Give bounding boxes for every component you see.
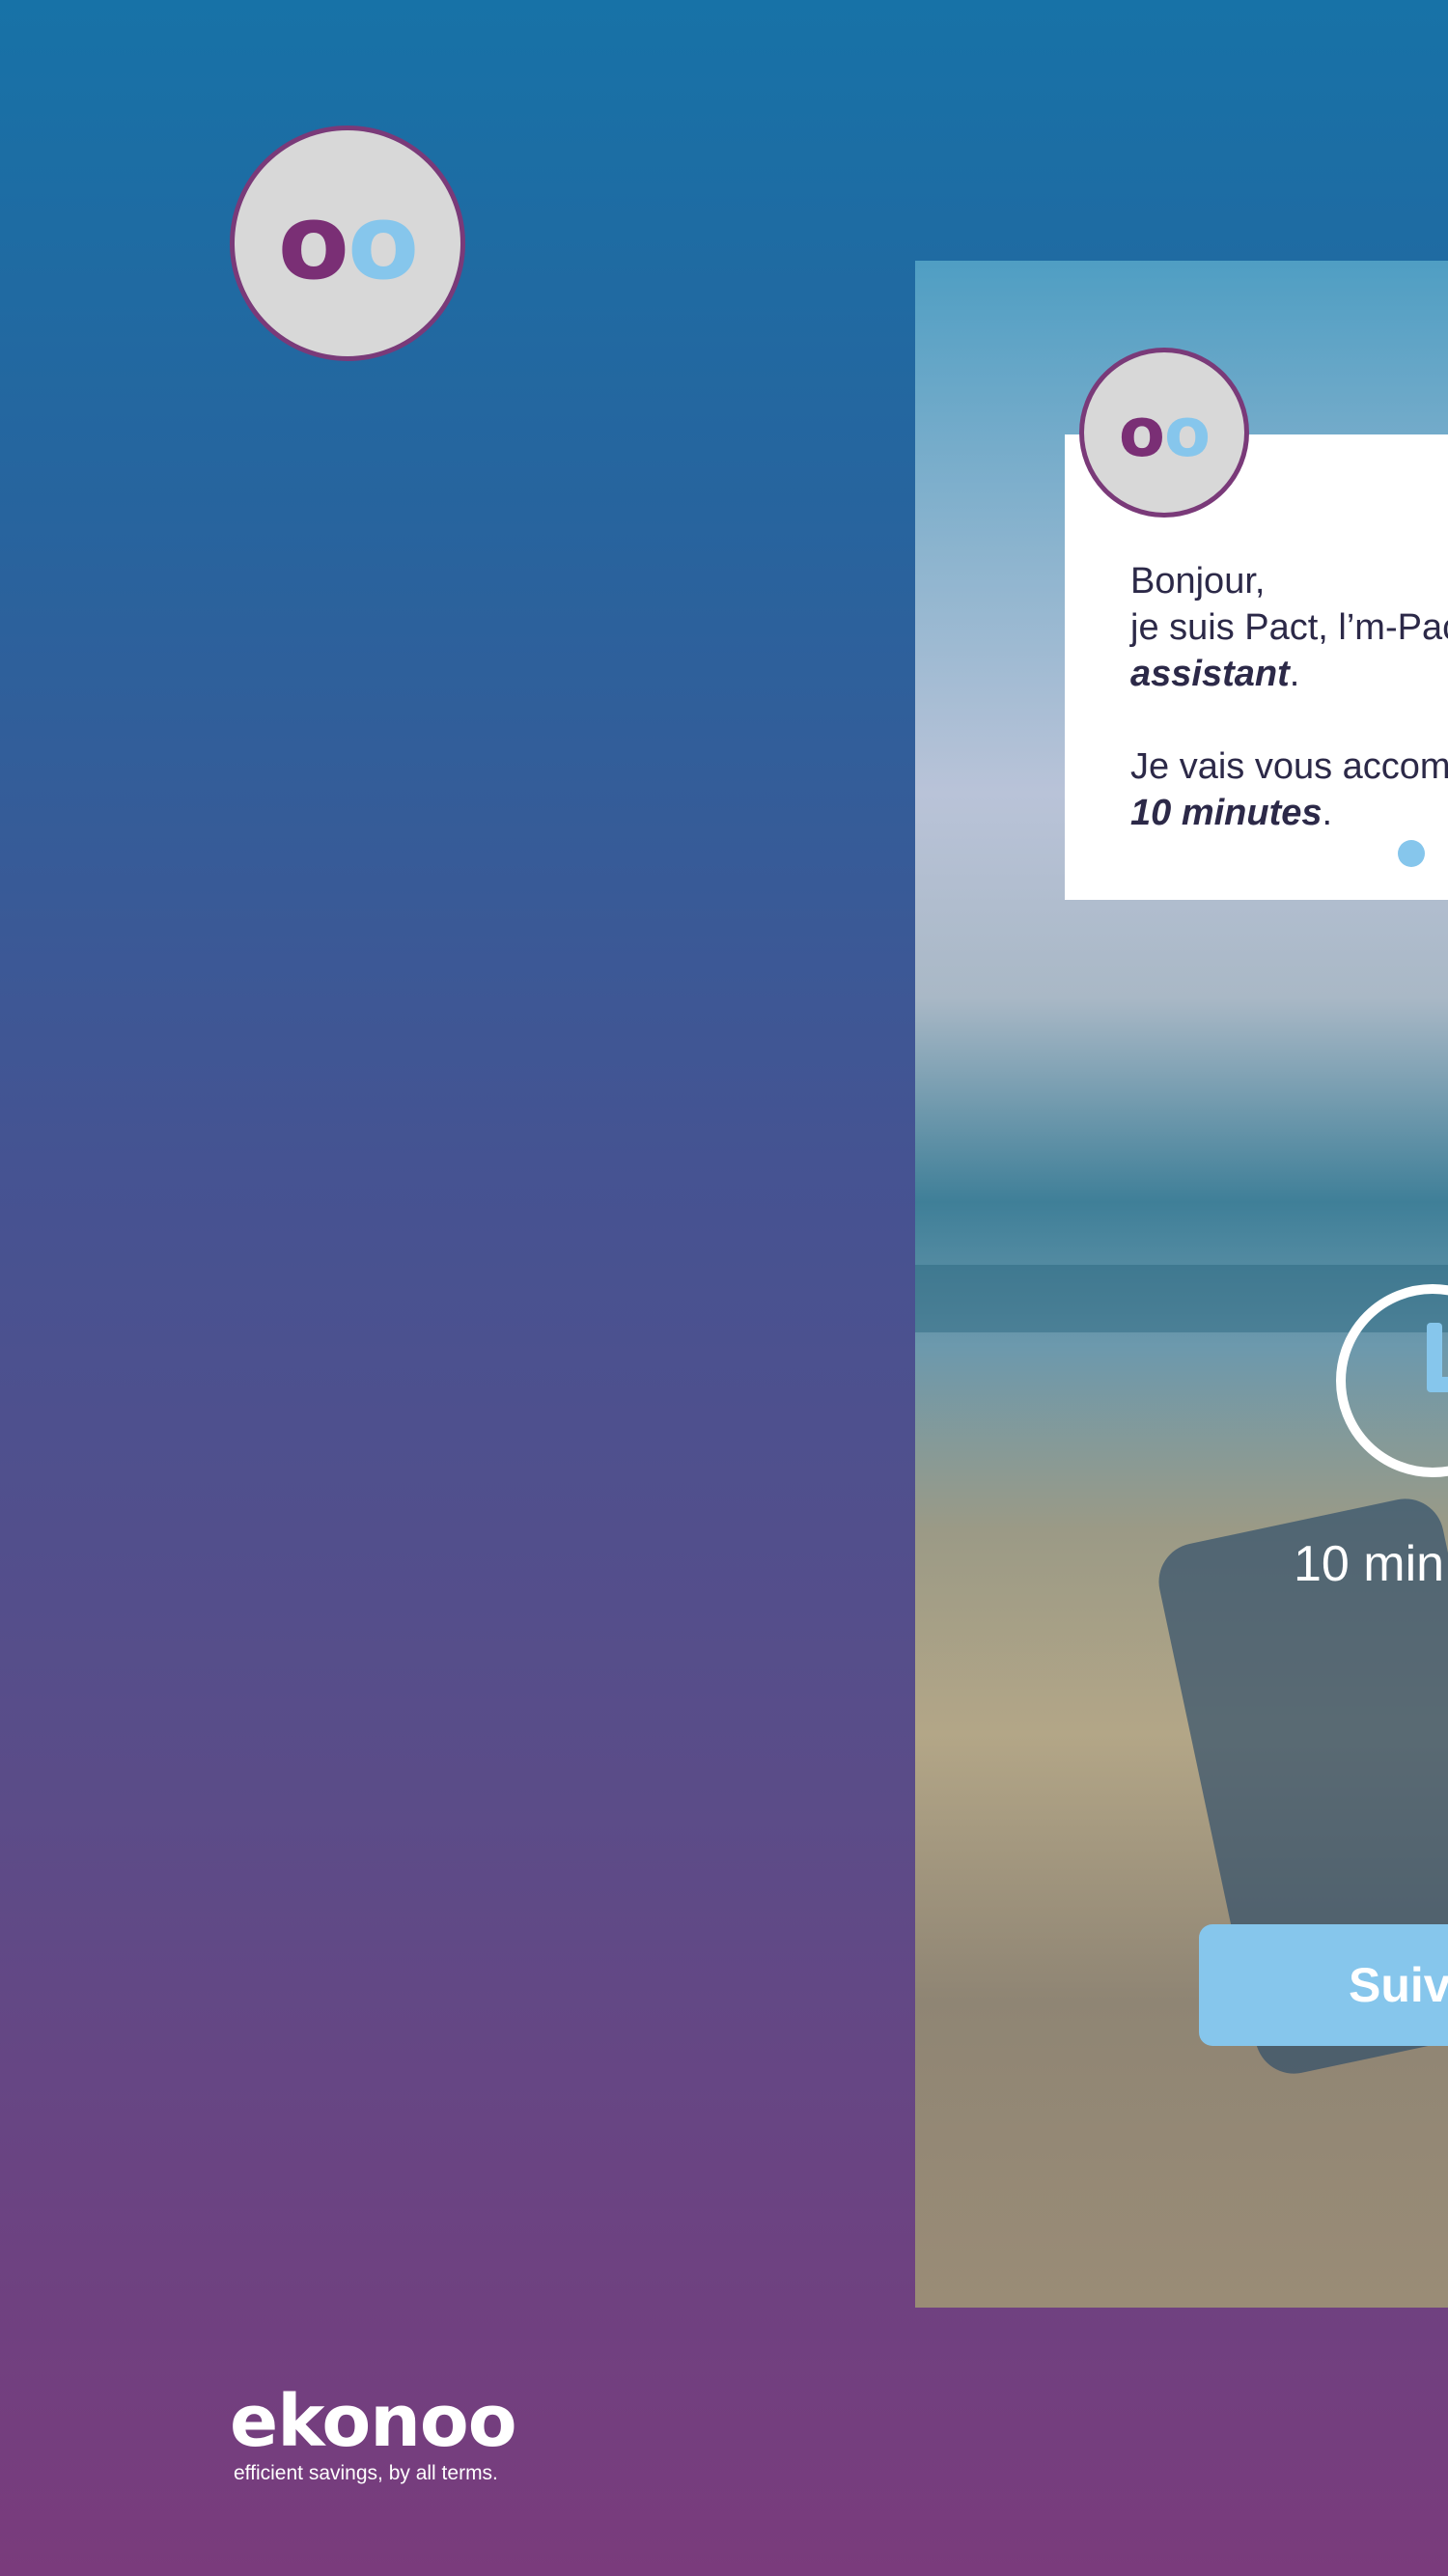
- card-avatar: o o: [1079, 348, 1249, 518]
- message-text-span: je suis Pact, l’m-Pac: [1130, 607, 1448, 648]
- message-line: assistant.: [1130, 651, 1448, 697]
- logo-o-purple: o: [277, 182, 349, 303]
- message-line: Je vais vous accom: [1130, 746, 1448, 787]
- page-indicator-dot[interactable]: [1398, 840, 1425, 867]
- logo-o-blue: o: [1164, 393, 1211, 472]
- logo-o-purple: o: [1118, 393, 1165, 472]
- logo-o-blue: o: [348, 182, 419, 303]
- clock-hand-minute: [1427, 1377, 1448, 1392]
- message-line: 10 minutes.: [1130, 790, 1448, 836]
- message-line: Bonjour,: [1130, 561, 1266, 602]
- brand-tagline: efficient savings, by all terms.: [234, 2462, 498, 2484]
- next-button[interactable]: Suiv: [1199, 1924, 1448, 2046]
- brand-logo: ekonoo efficient savings, by all terms.: [230, 2380, 517, 2485]
- message-emphasis: 10 minutes: [1130, 793, 1323, 833]
- message-emphasis: assistant: [1130, 654, 1290, 694]
- duration-label: 10 min: [1294, 1536, 1445, 1592]
- message-text: Bonjour, je suis Pact, l’m-Pac assistant…: [1130, 558, 1448, 836]
- message-punctuation: .: [1322, 793, 1333, 833]
- message-punctuation: .: [1289, 654, 1300, 694]
- assistant-avatar: o o: [230, 126, 465, 361]
- onboarding-panel: Bonjour, je suis Pact, l’m-Pac assistant…: [915, 261, 1448, 2308]
- brand-name: ekonoo: [230, 2380, 517, 2463]
- oo-logo-icon: o o: [277, 182, 419, 303]
- message-line: je suis Pact, l’m-Pac: [1130, 604, 1448, 651]
- oo-logo-icon: o o: [1118, 393, 1211, 472]
